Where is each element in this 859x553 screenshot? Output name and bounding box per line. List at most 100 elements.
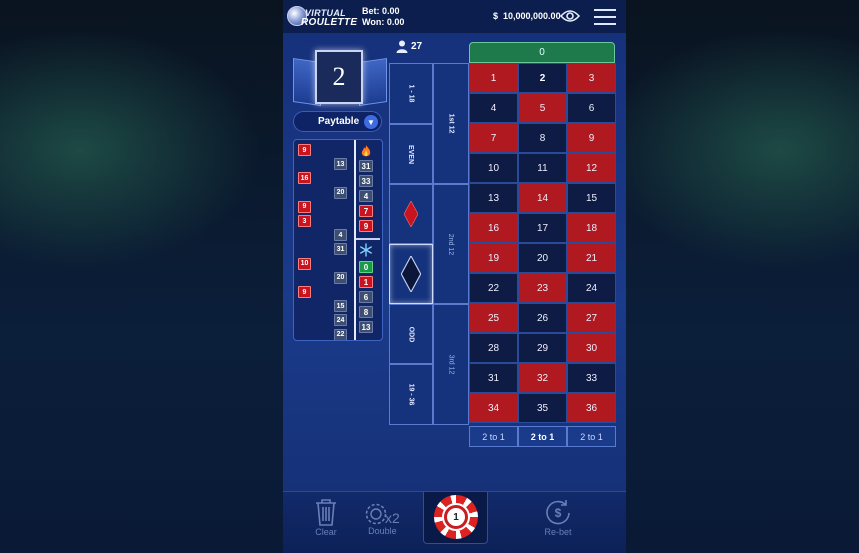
bet-1-18-label: 1 - 18 [407,84,415,103]
number-cell[interactable]: 6 [567,93,616,123]
history-result: 3 [298,215,311,227]
hot-cold-column: 31 33 4 7 9 0 1 6 8 13 [354,140,382,340]
number-cell[interactable]: 1 [469,63,518,93]
bet-1st-12-label: 1st 12 [447,113,455,134]
number-cell[interactable]: 15 [567,183,616,213]
last-result-card: 2 [291,50,387,108]
number-cell[interactable]: 27 [567,303,616,333]
number-zero-cell[interactable]: 0 [469,42,615,63]
number-cell[interactable]: 23 [518,273,567,303]
won-amount: Won: 0.00 [362,17,405,27]
players-count-value: 27 [411,41,423,52]
number-cell[interactable]: 18 [567,213,616,243]
number-cell[interactable]: 3 [567,63,616,93]
top-bar: VIRTUAL ROULETTE Bet: 0.00 Won: 0.00 $10… [283,0,626,33]
virtual-roulette-logo: VIRTUAL ROULETTE [287,4,361,30]
clear-button[interactable]: Clear [313,498,339,537]
cold-number: 8 [359,306,373,318]
bet-19-36-label: 19 - 36 [407,383,415,406]
history-result: 4 [334,229,347,242]
bet-2nd-12[interactable]: 2nd 12 [433,184,469,304]
chip-value: 1 [447,508,465,526]
number-cell[interactable]: 21 [567,243,616,273]
roulette-app: VIRTUAL ROULETTE Bet: 0.00 Won: 0.00 $10… [283,0,626,553]
number-cell[interactable]: 36 [567,393,616,423]
bet-1-18[interactable]: 1 - 18 [389,63,433,124]
column-bet-1[interactable]: 2 to 1 [469,426,518,447]
bet-1st-12[interactable]: 1st 12 [433,63,469,184]
history-result: 9 [298,200,311,213]
clear-label: Clear [315,527,337,537]
history-result: 13 [334,158,347,171]
number-cell[interactable]: 26 [518,303,567,333]
poker-chip-icon: 1 [434,495,478,539]
number-cell[interactable]: 35 [518,393,567,423]
number-cell[interactable]: 12 [567,153,616,183]
logo-text-line2: ROULETTE [301,17,358,28]
trash-icon [316,499,336,526]
number-cell[interactable]: 5 [518,93,567,123]
user-icon [396,40,408,53]
number-cell[interactable]: 7 [469,123,518,153]
history-result: 16 [298,172,311,185]
number-cell[interactable]: 20 [518,243,567,273]
number-cell[interactable]: 17 [518,213,567,243]
rebet-button[interactable]: $ Re-bet [544,498,572,537]
number-cell[interactable]: 13 [469,183,518,213]
column-bet-3[interactable]: 2 to 1 [567,426,616,447]
number-cell[interactable]: 34 [469,393,518,423]
bet-19-36[interactable]: 19 - 36 [389,364,433,425]
history-result: 31 [334,243,347,256]
results-history-panel: 9 13 16 20 9 3 4 31 10 20 9 15 24 22 31 33 4 7 9 0 1 6 8 13 [293,139,383,341]
number-cell[interactable]: 29 [518,333,567,363]
chip-selector[interactable]: 1 [423,492,488,544]
history-result: 20 [334,186,347,199]
balance: $10,000,000.00 [493,11,561,21]
balance-amount: 10,000,000.00 [503,11,561,21]
history-result: 15 [334,300,347,313]
number-cell[interactable]: 30 [567,333,616,363]
column-bet-2[interactable]: 2 to 1 [518,426,567,447]
bet-odd[interactable]: ODD [389,304,433,364]
number-cell[interactable]: 28 [469,333,518,363]
paytable-label: Paytable [318,116,360,127]
number-cell[interactable]: 9 [567,123,616,153]
number-cell[interactable]: 16 [469,213,518,243]
number-cell[interactable]: 10 [469,153,518,183]
bet-red[interactable] [389,184,433,244]
history-result: 20 [334,271,347,284]
cold-number: 6 [359,291,373,303]
paytable-dropdown[interactable]: Paytable ▼ [293,111,382,132]
bet-3rd-12[interactable]: 3rd 12 [433,304,469,425]
cold-number: 13 [359,321,373,333]
hot-number: 7 [359,205,373,217]
bet-amount: Bet: 0.00 [362,6,400,16]
history-result: 10 [298,257,311,270]
number-cell[interactable]: 11 [518,153,567,183]
number-cell[interactable]: 31 [469,363,518,393]
number-cell[interactable]: 8 [518,123,567,153]
bet-even[interactable]: EVEN [389,124,433,184]
number-cell[interactable]: 32 [518,363,567,393]
currency-symbol: $ [493,11,499,21]
number-cell[interactable]: 2 [518,63,567,93]
chevron-down-icon: ▼ [364,115,378,129]
eye-icon[interactable] [560,9,580,23]
history-result: 22 [334,328,347,340]
number-cell[interactable]: 4 [469,93,518,123]
number-cell[interactable]: 19 [469,243,518,273]
double-button[interactable]: x2 Double [365,498,400,536]
number-cell[interactable]: 24 [567,273,616,303]
number-cell[interactable]: 22 [469,273,518,303]
number-cell[interactable]: 33 [567,363,616,393]
chip-outline-icon [365,503,387,525]
bet-black[interactable] [389,244,433,304]
hot-number: 33 [359,175,373,187]
bet-even-label: EVEN [407,144,415,164]
number-cell[interactable]: 25 [469,303,518,333]
hot-number: 31 [359,160,373,172]
number-cell[interactable]: 14 [518,183,567,213]
last-result-number: 2 [315,50,363,104]
hamburger-menu-icon[interactable] [594,9,616,25]
bet-2nd-12-label: 2nd 12 [447,233,455,255]
